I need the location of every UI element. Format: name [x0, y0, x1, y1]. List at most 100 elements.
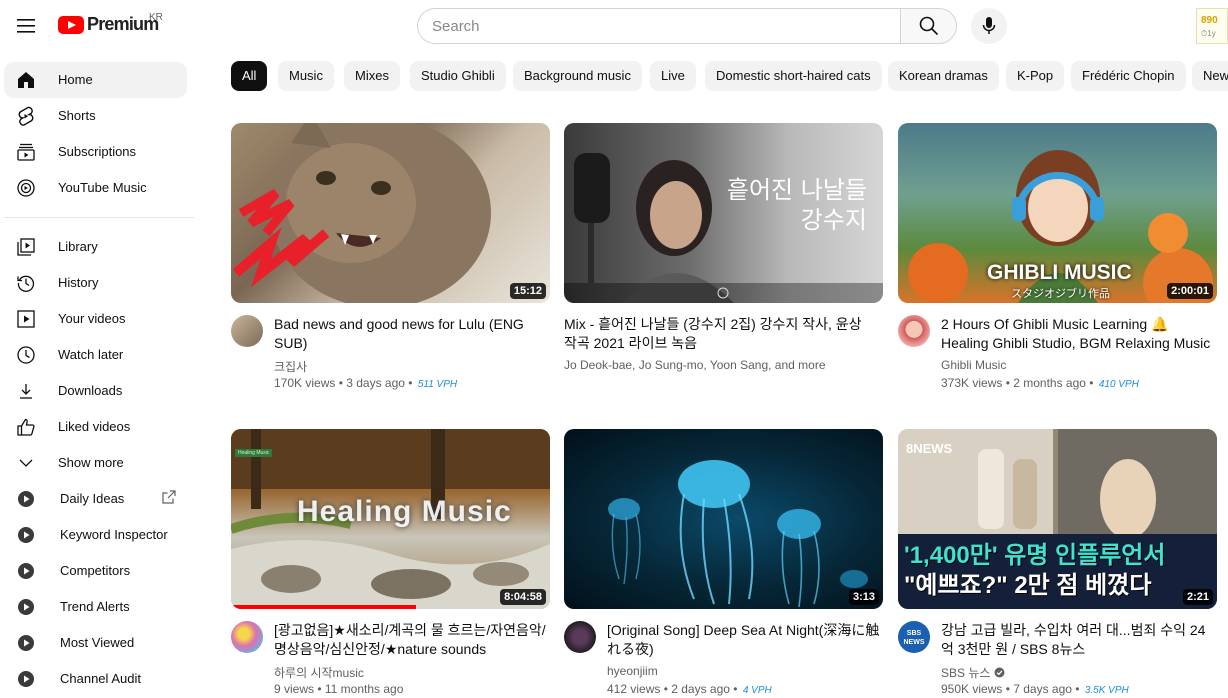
channel-avatar[interactable] [898, 315, 930, 347]
verified-icon [994, 667, 1005, 678]
sidebar-item-competitors[interactable]: Competitors [4, 553, 187, 589]
thumbnail-headline-2: "예쁘죠?" 2만 점 베꼈다 [904, 572, 1152, 599]
sidebar-item-label: Competitors [60, 563, 131, 578]
vidiq-icon [16, 525, 36, 545]
download-icon [16, 381, 36, 401]
chip-all[interactable]: All [231, 61, 268, 91]
sidebar-item-shorts[interactable]: Shorts [4, 98, 187, 134]
video-thumbnail[interactable]: 8NEWS '1,400만' 유명 인플루언서 "예쁘죠?" 2만 점 베꼈다 … [898, 429, 1217, 609]
sidebar-item-your-videos[interactable]: Your videos [4, 301, 187, 337]
sidebar-item-label: Most Viewed [60, 635, 135, 650]
extension-badge[interactable]: 890 ⏱1y [1196, 8, 1228, 44]
channel-name[interactable]: SBS 뉴스 [941, 664, 1005, 681]
sidebar-item-show-more[interactable]: Show more [4, 445, 187, 481]
video-thumbnail[interactable]: 15:12 [231, 123, 550, 303]
search-bar [417, 8, 957, 44]
video-title[interactable]: 강남 고급 빌라, 수입차 여러 대...범죄 수익 24억 3천만 원 / S… [941, 621, 1215, 659]
video-thumbnail[interactable]: 3:13 [564, 429, 883, 609]
sidebar-item-daily-ideas[interactable]: Daily Ideas [4, 481, 187, 517]
channel-avatar[interactable]: SBS NEWS [898, 621, 930, 653]
sidebar-item-downloads[interactable]: Downloads [4, 373, 187, 409]
video-duration: 15:12 [509, 283, 546, 299]
channel-avatar[interactable] [564, 621, 596, 653]
masthead: Premium KR 890 ⏱1y [0, 0, 1228, 52]
channel-avatar[interactable] [231, 315, 263, 347]
thumbnail-overlay-title: GHIBLI MUSIC [987, 261, 1132, 284]
sidebar-item-channel-audit[interactable]: Channel Audit [4, 661, 187, 697]
chip-studio-ghibli[interactable]: Studio Ghibli [410, 61, 506, 91]
video-meta: 9 views • 11 months ago [274, 682, 403, 696]
voice-search-button[interactable] [971, 8, 1007, 44]
sidebar-item-label: Show more [58, 455, 124, 470]
thumbs-up-icon [16, 417, 36, 437]
menu-button[interactable] [10, 10, 42, 42]
channel-name-text: SBS 뉴스 [941, 666, 991, 680]
vph-badge: 511 VPH [417, 379, 458, 390]
sidebar-item-most-viewed[interactable]: Most Viewed [4, 625, 187, 661]
sidebar-item-watch-later[interactable]: Watch later [4, 337, 187, 373]
video-title[interactable]: Mix - 흩어진 나날들 (강수지 2집) 강수지 작사, 윤상 작곡 202… [564, 315, 864, 353]
home-icon [16, 70, 36, 90]
video-views: 170K views • 3 days ago • [274, 376, 413, 390]
watch-later-icon [16, 345, 36, 365]
video-title[interactable]: [Original Song] Deep Sea At Night(深海に触れる… [607, 621, 881, 659]
search-input[interactable] [417, 8, 900, 44]
vph-badge: 410 VPH [1098, 379, 1139, 390]
chip-k-pop[interactable]: K-Pop [1006, 61, 1065, 91]
video-title[interactable]: Bad news and good news for Lulu (ENG SUB… [274, 315, 548, 353]
sidebar-item-liked-videos[interactable]: Liked videos [4, 409, 187, 445]
sidebar-item-keyword-inspector[interactable]: Keyword Inspector [4, 517, 187, 553]
channel-name[interactable]: 크집사 [274, 358, 307, 375]
external-link-icon [162, 490, 178, 506]
video-meta: 170K views • 3 days ago • 511 VPH [274, 376, 457, 390]
channel-name[interactable]: Jo Deok-bae, Jo Sung-mo, Yoon Sang, and … [564, 358, 826, 372]
video-title[interactable]: 2 Hours Of Ghibli Music Learning 🔔 Heali… [941, 315, 1215, 353]
sidebar-item-label: Home [58, 72, 93, 87]
chip-korean-dramas[interactable]: Korean dramas [888, 61, 999, 91]
sidebar-item-trend-alerts[interactable]: Trend Alerts [4, 589, 187, 625]
video-title[interactable]: [광고없음]★새소리/계곡의 물 흐르는/자연음악/명상음악/심신안정/★nat… [274, 621, 548, 659]
news-logo: 8NEWS [906, 441, 953, 456]
channel-name[interactable]: 하루의 시작music [274, 664, 364, 681]
sidebar-item-label: Your videos [58, 311, 126, 326]
sidebar-item-library[interactable]: Library [4, 229, 187, 265]
chip-new[interactable]: New [1192, 61, 1228, 91]
sidebar-item-subscriptions[interactable]: Subscriptions [4, 134, 187, 170]
chip-background-music[interactable]: Background music [513, 61, 642, 91]
sidebar-item-label: Keyword Inspector [60, 527, 168, 542]
video-meta: 412 views • 2 days ago • 4 VPH [607, 682, 772, 696]
chip-music[interactable]: Music [278, 61, 334, 91]
channel-avatar[interactable] [231, 621, 263, 653]
sidebar-item-label: YouTube Music [58, 180, 147, 195]
microphone-icon [982, 17, 996, 34]
video-thumbnail[interactable]: Healing Music Healing Music 8:04:58 [231, 429, 550, 609]
sidebar: Home Shorts Subscriptions YouTube Music … [0, 56, 200, 698]
channel-name[interactable]: Ghibli Music [941, 358, 1006, 372]
video-meta: 373K views • 2 months ago • 410 VPH [941, 376, 1139, 390]
youtube-premium-logo[interactable]: Premium [58, 14, 159, 35]
chip-domestic-short-haired-cats[interactable]: Domestic short-haired cats [705, 61, 882, 91]
vidiq-icon [16, 633, 36, 653]
chip-live[interactable]: Live [650, 61, 696, 91]
sidebar-item-home[interactable]: Home [4, 62, 187, 98]
vph-badge: 4 VPH [742, 685, 772, 696]
watch-progress-bar [231, 605, 417, 609]
sidebar-divider [4, 217, 194, 218]
vidiq-icon [16, 669, 36, 689]
sidebar-item-history[interactable]: History [4, 265, 187, 301]
chip-mixes[interactable]: Mixes [344, 61, 400, 91]
thumbnail-tag: Healing Music [235, 449, 273, 457]
video-views: 950K views • 7 days ago • [941, 682, 1080, 696]
sidebar-item-youtube-music[interactable]: YouTube Music [4, 170, 187, 206]
video-duration: 2:21 [1182, 589, 1213, 605]
video-duration: 2:00:01 [1167, 283, 1213, 299]
video-thumbnail[interactable]: 흩어진 나날들 강수지 [564, 123, 883, 303]
chip-frederic-chopin[interactable]: Frédéric Chopin [1071, 61, 1186, 91]
vidiq-icon [16, 597, 36, 617]
search-button[interactable] [900, 8, 957, 44]
thumbnail-overlay-title: 흩어진 나날들 [726, 176, 867, 204]
video-meta: 950K views • 7 days ago • 3.5K VPH [941, 682, 1129, 696]
channel-name[interactable]: hyeonjiim [607, 664, 658, 678]
filter-chips: All Music Mixes Studio Ghibli Background… [231, 61, 1228, 93]
video-thumbnail[interactable]: GHIBLI MUSIC スタジオジブリ作品 2:00:01 [898, 123, 1217, 303]
